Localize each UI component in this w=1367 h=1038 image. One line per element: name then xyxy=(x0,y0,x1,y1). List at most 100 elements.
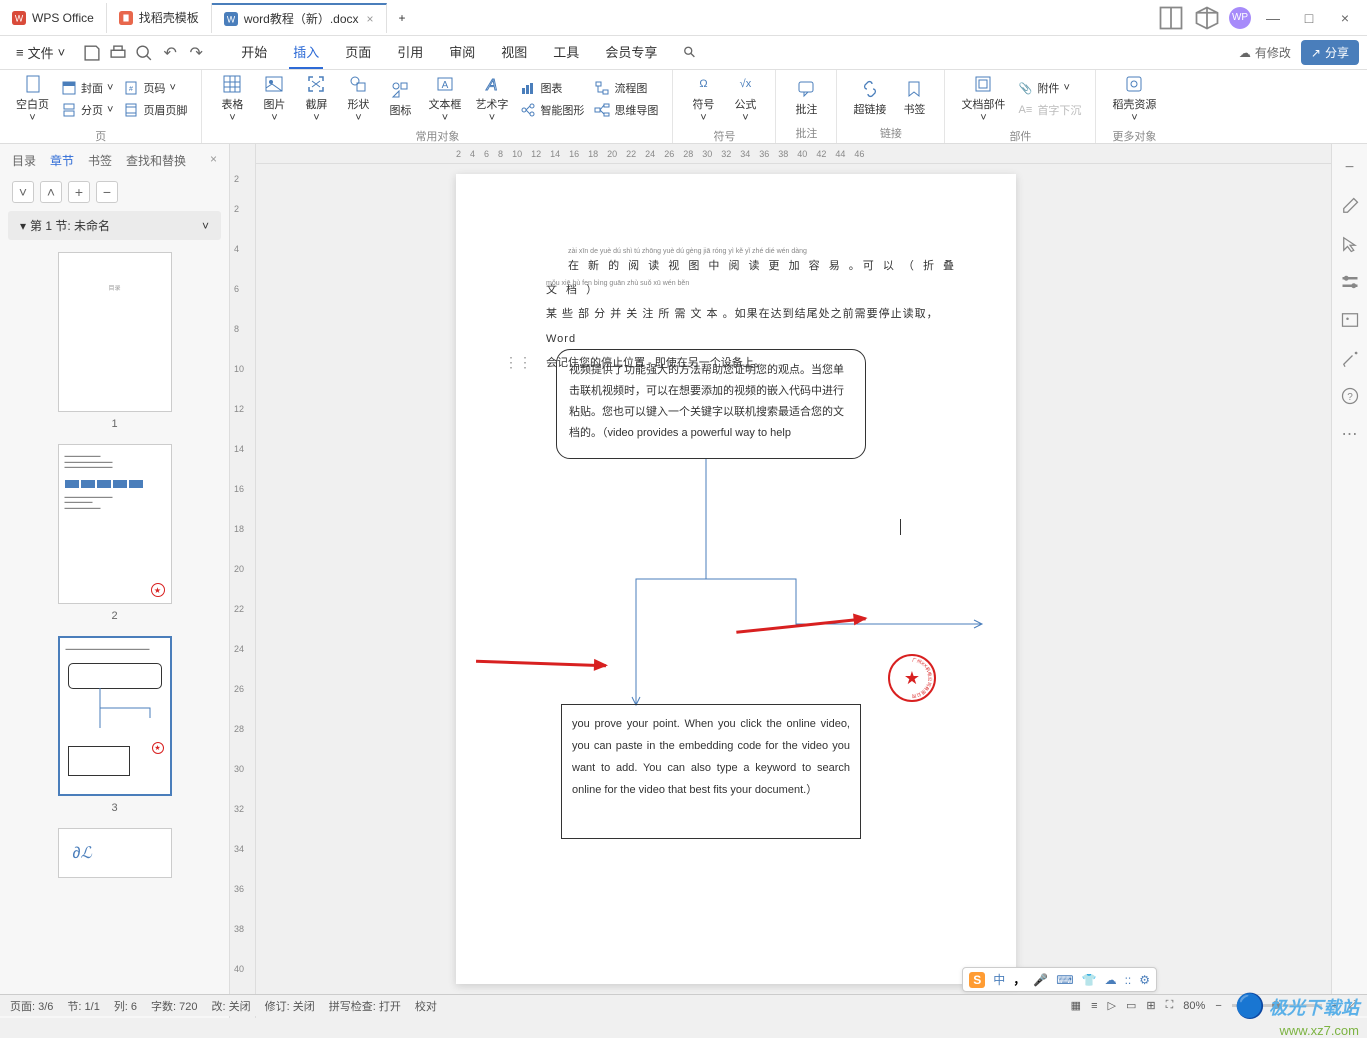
screenshot-button[interactable]: 截屏˅ xyxy=(296,72,336,126)
avatar[interactable]: WP xyxy=(1229,7,1251,29)
status-track[interactable]: 改: 关闭 xyxy=(212,998,251,1014)
thumb-4[interactable]: ∂ℒ xyxy=(58,828,172,878)
tab-page[interactable]: 页面 xyxy=(341,36,375,69)
view-fit-icon[interactable]: ⛶ xyxy=(1166,999,1174,1012)
tab-view[interactable]: 视图 xyxy=(497,36,531,69)
tab-review[interactable]: 审阅 xyxy=(445,36,479,69)
attachment-button[interactable]: 📎附件˅ xyxy=(1013,78,1085,98)
tab-reference[interactable]: 引用 xyxy=(393,36,427,69)
changes-button[interactable]: ☁ 有修改 xyxy=(1239,44,1291,61)
comment-button[interactable]: 批注 xyxy=(786,72,826,123)
section-header[interactable]: ▾ 第 1 节: 未命名˅ xyxy=(8,211,221,240)
flowchart-button[interactable]: 流程图 xyxy=(590,78,662,98)
ime-punct[interactable]: ， xyxy=(1013,971,1025,988)
ime-toolbar[interactable]: S 中 ， 🎤 ⌨ 👕 ☁ :: ⚙ xyxy=(962,967,1157,992)
tools-icon[interactable] xyxy=(1340,348,1360,368)
icons-button[interactable]: 图标 xyxy=(380,72,420,126)
mindmap-button[interactable]: 思维导图 xyxy=(590,100,662,120)
thumb-1[interactable]: 目录 xyxy=(58,252,172,412)
status-section[interactable]: 节: 1/1 xyxy=(67,998,99,1014)
ime-keyboard-icon[interactable]: ⌨ xyxy=(1056,973,1073,987)
parts-button[interactable]: 文档部件˅ xyxy=(955,72,1011,126)
ime-toolbox-icon[interactable]: :: xyxy=(1125,973,1132,987)
settings-icon[interactable] xyxy=(1340,272,1360,292)
status-spell[interactable]: 拼写检查: 打开 xyxy=(329,998,401,1014)
file-menu[interactable]: ≡ 文件 ˅ xyxy=(8,39,73,66)
zoom-percent[interactable]: 80% xyxy=(1183,1000,1205,1012)
wordart-button[interactable]: A艺术字˅ xyxy=(469,72,514,126)
blank-page-button[interactable]: 空白页˅ xyxy=(10,72,55,126)
textbox-1[interactable]: 视频提供了功能强大的方法帮助您证明您的观点。当您单击联机视频时，可以在想要添加的… xyxy=(556,349,866,459)
resource-button[interactable]: 稻壳资源˅ xyxy=(1106,72,1162,126)
status-words[interactable]: 字数: 720 xyxy=(151,998,197,1014)
pagebreak-button[interactable]: 分页˅ xyxy=(57,100,117,120)
cursor-icon[interactable] xyxy=(1340,234,1360,254)
status-page[interactable]: 页面: 3/6 xyxy=(10,998,53,1014)
tab-member[interactable]: 会员专享 xyxy=(601,36,661,69)
sidebar-tab-find[interactable]: 查找和替换 xyxy=(126,152,186,169)
symbol-button[interactable]: Ω符号˅ xyxy=(683,72,723,126)
equation-button[interactable]: √x公式˅ xyxy=(725,72,765,126)
new-tab-button[interactable]: + xyxy=(387,3,418,33)
sidebar-close-icon[interactable]: × xyxy=(210,152,217,169)
zoom-out-button[interactable]: − xyxy=(1215,1000,1221,1012)
collapse-button[interactable]: ˅ xyxy=(12,181,34,203)
minimize-button[interactable]: — xyxy=(1259,4,1287,32)
view-outline-icon[interactable]: ≡ xyxy=(1091,1000,1097,1012)
hyperlink-button[interactable]: 超链接 xyxy=(847,72,892,123)
headerfooter-button[interactable]: 页眉页脚 xyxy=(119,100,191,120)
preview-icon[interactable] xyxy=(133,42,155,64)
shapes-button[interactable]: 形状˅ xyxy=(338,72,378,126)
remove-button[interactable]: − xyxy=(96,181,118,203)
print-icon[interactable] xyxy=(107,42,129,64)
status-col[interactable]: 列: 6 xyxy=(114,998,137,1014)
expand-button[interactable]: ˄ xyxy=(40,181,62,203)
ime-voice-icon[interactable]: 🎤 xyxy=(1033,973,1048,987)
ime-gear-icon[interactable]: ⚙ xyxy=(1139,973,1150,987)
save-icon[interactable] xyxy=(81,42,103,64)
layout-icon[interactable] xyxy=(1157,4,1185,32)
canvas[interactable]: 2 4 6 8 10 12 14 16 18 20 22 24 26 28 30… xyxy=(256,144,1331,1018)
pencil-icon[interactable] xyxy=(1340,196,1360,216)
more-icon[interactable]: ⋯ xyxy=(1340,424,1360,444)
image-icon[interactable] xyxy=(1340,310,1360,330)
cube-icon[interactable] xyxy=(1193,4,1221,32)
search-icon[interactable] xyxy=(679,36,701,69)
sidebar-tab-bookmarks[interactable]: 书签 xyxy=(88,152,112,169)
tab-start[interactable]: 开始 xyxy=(237,36,271,69)
table-button[interactable]: 表格˅ xyxy=(212,72,252,126)
tab-insert[interactable]: 插入 xyxy=(289,36,323,69)
textbox-2[interactable]: you prove your point. When you click the… xyxy=(561,704,861,839)
view-web-icon[interactable]: ⊞ xyxy=(1146,999,1155,1012)
drag-handle-icon[interactable]: ⋮⋮ xyxy=(504,354,532,371)
thumb-2[interactable]: ▬▬▬▬▬▬▬▬▬▬▬▬▬▬▬▬▬▬▬▬▬▬▬▬▬▬▬▬▬▬▬▬▬ ▬▬▬▬▬▬… xyxy=(58,444,172,604)
smartart-button[interactable]: 智能图形 xyxy=(516,100,588,120)
picture-button[interactable]: 图片˅ xyxy=(254,72,294,126)
textbox-button[interactable]: A文本框˅ xyxy=(422,72,467,126)
sidebar-tab-sections[interactable]: 章节 xyxy=(50,152,74,169)
chart-button[interactable]: 图表 xyxy=(516,78,588,98)
ime-skin-icon[interactable]: 👕 xyxy=(1082,973,1097,987)
close-button[interactable]: × xyxy=(1331,4,1359,32)
close-tab-icon[interactable]: × xyxy=(367,12,374,26)
bookmark-button[interactable]: 书签 xyxy=(894,72,934,123)
add-button[interactable]: + xyxy=(68,181,90,203)
undo-icon[interactable]: ↶ xyxy=(159,42,181,64)
view-page-icon[interactable]: ▭ xyxy=(1126,999,1136,1012)
tab-wps[interactable]: W WPS Office xyxy=(0,3,107,33)
tab-document[interactable]: W word教程（新）.docx × xyxy=(212,3,387,33)
minus-icon[interactable]: − xyxy=(1340,158,1360,178)
pagenum-button[interactable]: #页码˅ xyxy=(119,78,191,98)
maximize-button[interactable]: □ xyxy=(1295,4,1323,32)
status-rev[interactable]: 修订: 关闭 xyxy=(265,998,315,1014)
sidebar-tab-toc[interactable]: 目录 xyxy=(12,152,36,169)
cover-button[interactable]: 封面˅ xyxy=(57,78,117,98)
view-grid-icon[interactable]: ▦ xyxy=(1071,999,1081,1012)
status-proof[interactable]: 校对 xyxy=(415,998,437,1014)
ime-lang[interactable]: 中 xyxy=(993,971,1005,988)
document-page[interactable]: zài xīn de yuè dú shì tú zhōng yuè dú gè… xyxy=(456,174,1016,984)
share-button[interactable]: ↗ 分享 xyxy=(1301,40,1359,65)
help-icon[interactable]: ? xyxy=(1340,386,1360,406)
redo-icon[interactable]: ↷ xyxy=(185,42,207,64)
thumb-3[interactable]: ▬▬▬▬▬▬▬▬▬▬▬▬▬▬▬▬▬▬▬▬▬ ★ xyxy=(58,636,172,796)
